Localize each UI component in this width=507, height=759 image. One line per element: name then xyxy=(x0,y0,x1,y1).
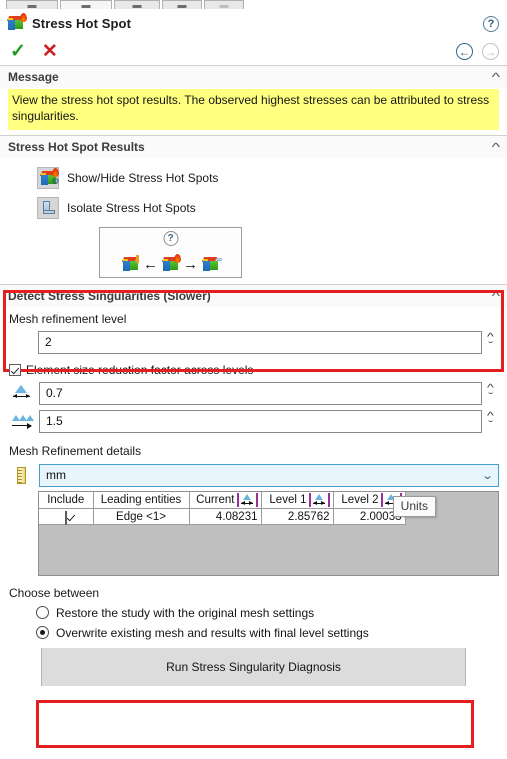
message-section-label: Message xyxy=(8,70,59,84)
mesh-table: Include Leading entities Current Level 1 xyxy=(39,491,406,526)
table-header-row: Include Leading entities Current Level 1 xyxy=(39,491,406,510)
units-dropdown[interactable]: mm ⌄ xyxy=(39,463,499,487)
radio-restore-study[interactable] xyxy=(36,606,49,620)
units-field-row: mm ⌄ xyxy=(0,463,507,487)
stepper-down-icon[interactable]: ˇ xyxy=(488,421,493,431)
layers-growth-input[interactable]: 1.5 xyxy=(39,409,482,433)
isolate-hot-spots-label: Isolate Stress Hot Spots xyxy=(67,200,196,215)
tab-3-glyph xyxy=(132,5,142,8)
radio-overwrite-mesh[interactable] xyxy=(36,626,49,640)
column-header-leading-entities[interactable]: Leading entities xyxy=(93,491,190,510)
units-tooltip: Units xyxy=(392,495,436,517)
element-size-input[interactable]: 0.7 xyxy=(39,381,482,405)
element-size-icon xyxy=(236,492,258,507)
property-manager-action-bar: ✓ ✕ ← → xyxy=(0,38,507,65)
row-current-cell: 4.08231 xyxy=(189,508,262,526)
ruler-icon xyxy=(9,465,35,485)
chevron-up-icon[interactable]: ^ xyxy=(492,71,500,83)
isolate-hot-spots-row[interactable]: Isolate Stress Hot Spots xyxy=(0,193,507,223)
tab-4-glyph xyxy=(177,5,187,8)
tab-1-glyph xyxy=(27,5,37,8)
mesh-refinement-table[interactable]: Include Leading entities Current Level 1 xyxy=(38,490,499,576)
show-hide-hot-spots-icon[interactable]: ◍ xyxy=(37,166,59,189)
mesh-refinement-details-label: Mesh Refinement details xyxy=(9,443,142,458)
column-header-include[interactable]: Include xyxy=(39,491,94,510)
run-button-highlight xyxy=(36,700,474,748)
show-hide-hot-spots-label: Show/Hide Stress Hot Spots xyxy=(67,170,219,185)
mesh-refinement-level-input[interactable]: 2 xyxy=(38,330,482,354)
units-value: mm xyxy=(46,468,66,483)
run-stress-singularity-diagnosis-button[interactable]: Run Stress Singularity Diagnosis xyxy=(41,647,466,686)
tab-2-glyph xyxy=(81,5,91,8)
row-entity-cell: Edge <1> xyxy=(93,508,190,526)
confirm-button[interactable]: ✓ xyxy=(10,42,26,61)
layers-growth-icon xyxy=(9,411,35,431)
property-manager-title-bar: Stress Hot Spot ? xyxy=(0,9,507,38)
stepper-down-icon[interactable]: ˇ xyxy=(488,393,493,403)
tab-5[interactable] xyxy=(204,0,244,9)
tab-5-glyph xyxy=(219,5,229,8)
diagram-left-arrow-icon: ← xyxy=(143,255,158,273)
element-size-icon xyxy=(308,492,330,507)
mesh-refinement-level-field-row: 2 ^ ˇ xyxy=(0,330,507,354)
results-section-label: Stress Hot Spot Results xyxy=(8,139,145,154)
column-header-level-1-label: Level 1 xyxy=(269,493,307,506)
run-diagnosis-wrapper: Run Stress Singularity Diagnosis xyxy=(41,647,466,686)
row-level1-cell: 2.85762 xyxy=(261,508,334,526)
layers-growth-field-row: 1.5 ^ ˇ xyxy=(0,409,507,433)
row-include-cell[interactable] xyxy=(39,508,94,526)
row-include-checkbox[interactable] xyxy=(64,510,67,525)
tab-4[interactable] xyxy=(162,0,202,9)
column-header-current[interactable]: Current xyxy=(189,491,262,510)
choose-between-label: Choose between xyxy=(9,585,100,600)
tab-3[interactable] xyxy=(114,0,160,9)
mesh-refinement-level-label: Mesh refinement level xyxy=(9,311,127,326)
stepper-down-icon[interactable]: ˇ xyxy=(488,342,493,352)
tab-2[interactable] xyxy=(60,0,112,9)
page-title: Stress Hot Spot xyxy=(32,16,132,31)
message-section-header[interactable]: Message ^ xyxy=(0,65,507,88)
diagram-cube-right-icon: ∞ xyxy=(201,255,222,273)
cancel-button[interactable]: ✕ xyxy=(42,42,58,61)
element-size-reduction-checkbox[interactable] xyxy=(9,363,21,376)
radio-restore-study-label: Restore the study with the original mesh… xyxy=(56,605,315,620)
element-size-reduction-label: Element size reduction factor across lev… xyxy=(26,362,254,377)
show-hide-hot-spots-row[interactable]: ◍ Show/Hide Stress Hot Spots xyxy=(0,163,507,193)
element-size-reduction-checkbox-row[interactable]: Element size reduction factor across lev… xyxy=(0,363,507,377)
message-banner: View the stress hot spot results. The ob… xyxy=(8,89,499,130)
column-header-level-1[interactable]: Level 1 xyxy=(261,491,334,510)
diagram-help-icon[interactable]: ? xyxy=(163,230,178,246)
table-row[interactable]: Edge <1> 4.08231 2.85762 2.00033 xyxy=(39,508,406,526)
property-manager-tab-strip xyxy=(0,0,507,9)
layers-growth-stepper[interactable]: ^ ˇ xyxy=(482,409,499,433)
chevron-up-icon[interactable]: ^ xyxy=(492,141,500,153)
isolate-hot-spots-icon[interactable] xyxy=(37,196,59,219)
hot-spot-flow-diagram: ? ← → ∞ xyxy=(99,226,242,278)
stress-hot-spot-icon xyxy=(6,12,27,33)
radio-overwrite-mesh-label: Overwrite existing mesh and results with… xyxy=(56,625,369,640)
detect-section-label: Detect Stress Singularities (Slower) xyxy=(8,288,211,303)
forward-button: → xyxy=(482,43,499,60)
chevron-up-icon[interactable]: ^ xyxy=(492,290,500,302)
element-size-icon xyxy=(9,383,35,403)
diagram-cube-center-icon xyxy=(161,253,181,273)
column-header-level-2-label: Level 2 xyxy=(341,493,379,506)
results-section-header[interactable]: Stress Hot Spot Results ^ xyxy=(0,134,507,158)
mesh-refinement-level-stepper[interactable]: ^ ˇ xyxy=(482,330,499,354)
diagram-cube-left-icon xyxy=(121,254,139,273)
element-size-field-row: 0.7 ^ ˇ xyxy=(0,381,507,405)
column-header-current-label: Current xyxy=(196,493,235,506)
radio-restore-study-row[interactable]: Restore the study with the original mesh… xyxy=(0,606,507,620)
diagram-right-arrow-icon: → xyxy=(183,255,198,273)
back-button[interactable]: ← xyxy=(456,43,473,60)
detect-section-header[interactable]: Detect Stress Singularities (Slower) ^ xyxy=(0,283,507,307)
help-icon[interactable]: ? xyxy=(483,15,499,32)
element-size-stepper[interactable]: ^ ˇ xyxy=(482,381,499,405)
tab-1[interactable] xyxy=(6,0,58,9)
chevron-down-icon[interactable]: ⌄ xyxy=(481,469,493,482)
radio-overwrite-mesh-row[interactable]: Overwrite existing mesh and results with… xyxy=(0,626,507,640)
